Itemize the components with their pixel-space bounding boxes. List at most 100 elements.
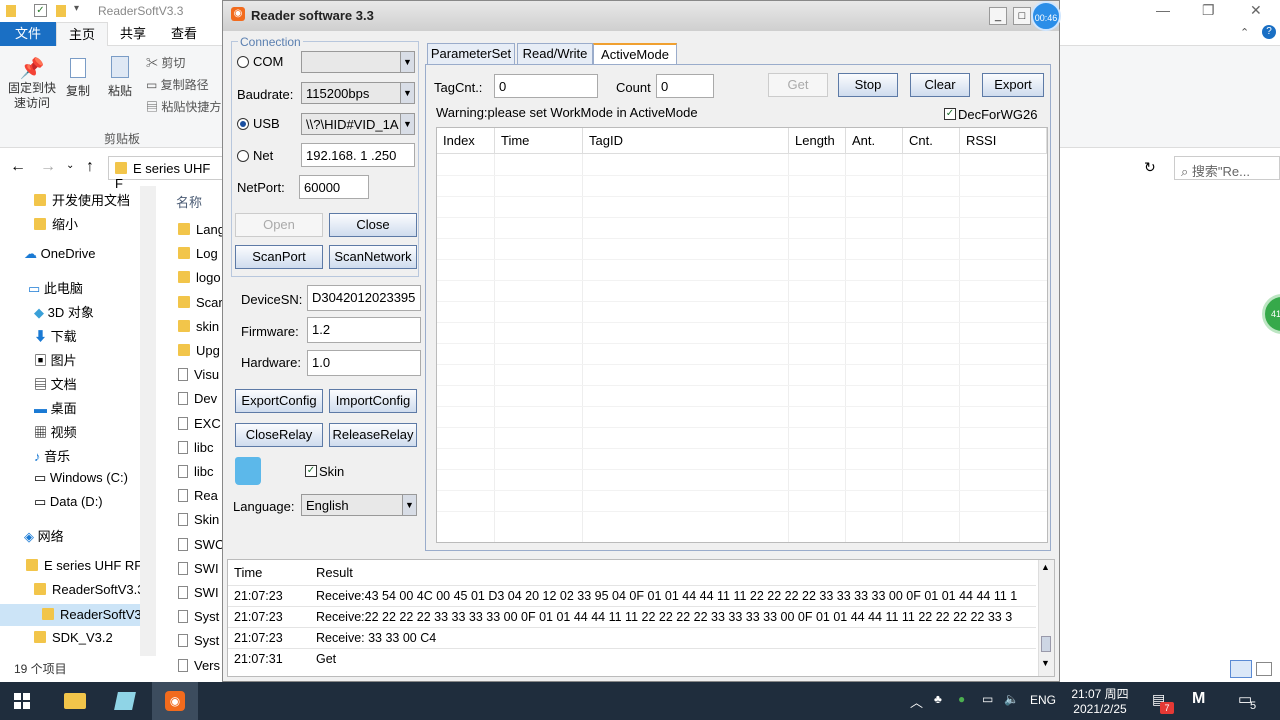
windows-start-icon[interactable] xyxy=(14,693,30,709)
file-list-item[interactable]: Upg xyxy=(178,343,220,358)
nav-item-desktop[interactable]: ▬ 桌面 xyxy=(34,398,77,417)
tab-share[interactable]: 共享 xyxy=(110,22,156,46)
skin-checkbox[interactable]: ✓ xyxy=(305,465,317,477)
tshirt-skin-icon[interactable] xyxy=(235,457,261,485)
minimize-icon[interactable]: — xyxy=(1156,2,1170,18)
count-field[interactable]: 0 xyxy=(656,74,714,98)
show-hidden-icons-icon[interactable]: ︿ xyxy=(910,692,923,711)
pin-quick-access-button[interactable]: 📌 固定到快 速访问 xyxy=(4,56,60,111)
net-radio[interactable] xyxy=(237,150,249,162)
file-explorer-taskbar-icon[interactable] xyxy=(62,682,88,720)
column-header-rssi[interactable]: RSSI xyxy=(960,128,1047,154)
language-select[interactable]: English ▼ xyxy=(301,494,417,516)
file-list-item[interactable]: logo xyxy=(178,270,221,285)
file-list-item[interactable]: SWI xyxy=(178,561,219,576)
address-input[interactable]: E series UHF F xyxy=(108,156,228,191)
up-arrow-icon[interactable]: ↑ xyxy=(86,158,94,176)
clock[interactable]: 21:07 周四 2021/2/25 xyxy=(1062,685,1138,716)
importconfig-button[interactable]: ImportConfig xyxy=(329,389,417,413)
penguin-icon[interactable]: ♣ xyxy=(934,692,942,706)
hardware-field[interactable]: 1.0 xyxy=(307,350,421,376)
refresh-icon[interactable]: ↻ xyxy=(1144,159,1156,176)
nav-item-3d-objects[interactable]: ◆ 3D 对象 xyxy=(34,302,94,321)
log-row[interactable]: 21:07:31 Get xyxy=(228,648,1036,669)
copy-button[interactable]: 复制 xyxy=(62,56,94,99)
column-header-cnt[interactable]: Cnt. xyxy=(903,128,960,154)
log-row[interactable]: 21:07:23 Receive: 33 33 00 C4 xyxy=(228,627,1036,648)
file-list-item[interactable]: skin xyxy=(178,319,219,334)
nav-item-videos[interactable]: ▦ 视频 xyxy=(34,422,77,441)
help-icon[interactable]: ? xyxy=(1262,25,1276,39)
file-list-item[interactable]: Syst xyxy=(178,633,219,648)
scroll-down-icon[interactable]: ▼ xyxy=(1041,658,1050,668)
maximize-icon[interactable]: □ xyxy=(1013,7,1031,25)
file-list-item[interactable]: Dev xyxy=(178,391,217,406)
log-column-time[interactable]: Time xyxy=(234,565,262,580)
properties-check-icon[interactable]: ✓ xyxy=(34,4,47,17)
file-list-item[interactable]: Vers xyxy=(178,658,220,673)
tab-file[interactable]: 文件 xyxy=(0,22,56,46)
name-column-header[interactable]: 名称 xyxy=(176,192,202,211)
cut-button[interactable]: ✂ 剪切 xyxy=(146,54,185,71)
usb-radio[interactable] xyxy=(237,118,249,130)
log-row[interactable]: 21:07:23 Receive:22 22 22 22 33 33 33 33 … xyxy=(228,606,1036,627)
releaserelay-button[interactable]: ReleaseRelay xyxy=(329,423,417,447)
close-icon[interactable]: ✕ xyxy=(1250,2,1262,19)
maximize-icon[interactable]: ❐ xyxy=(1202,2,1215,19)
nav-item-network[interactable]: ◈ 网络 xyxy=(24,526,64,545)
nav-item-pictures[interactable]: ▣ 图片 xyxy=(34,350,77,369)
ime-indicator[interactable]: ENG xyxy=(1030,693,1056,707)
get-button[interactable]: Get xyxy=(768,73,828,97)
nav-item-downloads[interactable]: ⬇ 下载 xyxy=(34,326,77,345)
scroll-thumb[interactable] xyxy=(1041,636,1051,652)
log-column-result[interactable]: Result xyxy=(316,565,353,580)
usb-device-select[interactable]: \\?\HID#VID_1A ▼ xyxy=(301,113,415,135)
exportconfig-button[interactable]: ExportConfig xyxy=(235,389,323,413)
stop-button[interactable]: Stop xyxy=(838,73,898,97)
paste-shortcut-button[interactable]: ▤ 粘贴快捷方 xyxy=(146,98,221,115)
closerelay-button[interactable]: CloseRelay xyxy=(235,423,323,447)
new-folder-icon[interactable] xyxy=(56,5,66,17)
file-list-item[interactable]: Visu xyxy=(178,367,219,382)
file-list-item[interactable]: Log xyxy=(178,246,218,261)
forward-arrow-icon[interactable]: → xyxy=(40,158,56,176)
nav-scrollbar[interactable] xyxy=(140,186,156,656)
column-header-tagid[interactable]: TagID xyxy=(583,128,789,154)
minimize-icon[interactable]: _ xyxy=(989,7,1007,25)
log-row[interactable]: 21:07:23 Receive:43 54 00 4C 00 45 01 D3 … xyxy=(228,585,1036,606)
com-port-select[interactable]: ▼ xyxy=(301,51,415,73)
file-list-item[interactable]: libc xyxy=(178,440,214,455)
nav-item-e-series[interactable]: E series UHF RFID xyxy=(26,558,155,573)
ip-address-input[interactable]: 192.168. 1 .250 xyxy=(301,143,415,167)
column-header-length[interactable]: Length xyxy=(789,128,846,154)
netport-input[interactable]: 60000 xyxy=(299,175,369,199)
recent-dropdown-icon[interactable]: ⌄ xyxy=(66,160,74,171)
security-icon[interactable]: ● xyxy=(958,692,965,706)
com-radio[interactable] xyxy=(237,56,249,68)
search-input[interactable]: ⌕ 搜索"Re... xyxy=(1174,156,1280,180)
nav-item-this-pc[interactable]: ▭ 此电脑 xyxy=(28,278,83,297)
decforwg26-checkbox[interactable]: ✓ xyxy=(944,108,956,120)
nav-item-sdk[interactable]: SDK_V3.2 xyxy=(34,630,113,645)
tab-parameterset[interactable]: ParameterSet xyxy=(427,43,515,65)
tab-view[interactable]: 查看 xyxy=(160,22,208,46)
file-list-item[interactable]: libc xyxy=(178,464,214,479)
paste-button[interactable]: 粘贴 xyxy=(104,56,136,99)
file-list-item[interactable]: Rea xyxy=(178,488,218,503)
column-header-time[interactable]: Time xyxy=(495,128,583,154)
devicesn-field[interactable]: D3042012023395 xyxy=(307,285,421,311)
tab-read-write[interactable]: Read/Write xyxy=(517,43,593,65)
scannetwork-button[interactable]: ScanNetwork xyxy=(329,245,417,269)
tagcnt-field[interactable]: 0 xyxy=(494,74,598,98)
nav-item-readersoftv33[interactable]: ReaderSoftV3.3 xyxy=(34,582,145,597)
tab-activemode[interactable]: ActiveMode xyxy=(593,43,677,65)
file-list-item[interactable]: Skin xyxy=(178,512,219,527)
file-list-item[interactable]: Syst xyxy=(178,609,219,624)
tab-home[interactable]: 主页 xyxy=(56,22,108,46)
export-button[interactable]: Export xyxy=(982,73,1044,97)
column-header-index[interactable]: Index xyxy=(437,128,495,154)
scanport-button[interactable]: ScanPort xyxy=(235,245,323,269)
nav-item-documents[interactable]: ▤ 文档 xyxy=(34,374,77,393)
open-button[interactable]: Open xyxy=(235,213,323,237)
reader-software-taskbar-icon[interactable]: ◉ xyxy=(152,682,198,720)
